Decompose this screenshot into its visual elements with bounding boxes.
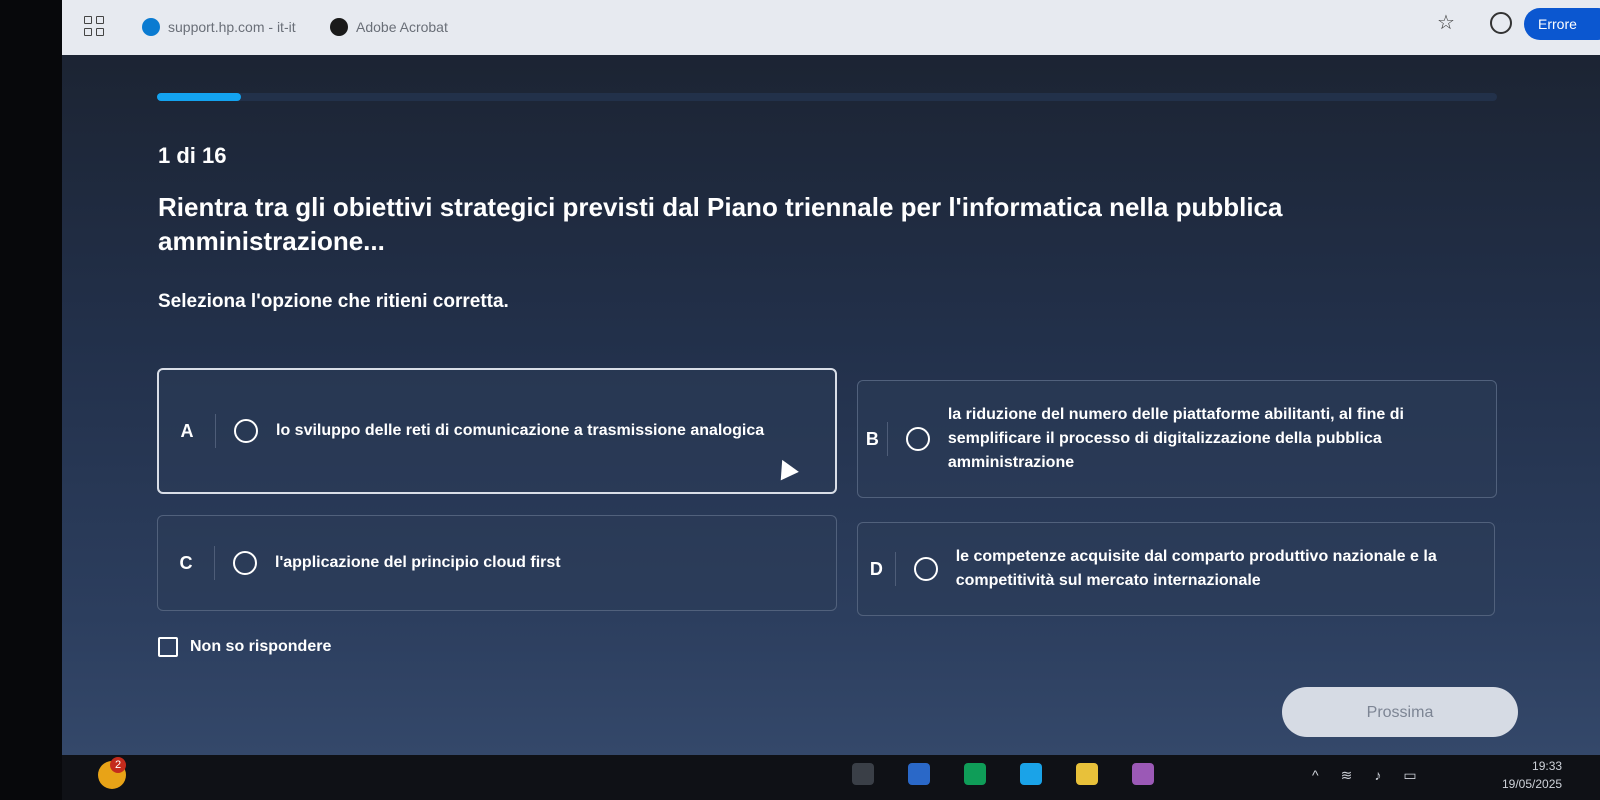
clock-date: 19/05/2025 [1502,777,1563,791]
dont-know-label: Non so rispondere [190,638,332,655]
option-letter: B [858,422,888,456]
taskbar-apps [852,763,1154,785]
hp-icon [142,18,160,36]
progress-fill [157,93,241,101]
clock[interactable]: 19:33 19/05/2025 [1502,757,1562,793]
chrome-icon[interactable] [1076,763,1098,785]
screen-bezel [0,0,62,800]
option-text: lo sviluppo delle reti di comunicazione … [276,422,765,439]
battery-icon[interactable]: ▭ [1403,767,1416,784]
volume-icon[interactable]: ♪ [1374,767,1381,784]
apps-grid-icon[interactable] [84,16,104,36]
bookmark-adobe-acrobat[interactable]: Adobe Acrobat [330,18,448,36]
system-tray: ^ ≋ ♪ ▭ [1312,767,1417,784]
wifi-icon[interactable]: ≋ [1341,767,1353,784]
option-letter: D [858,552,896,586]
app-icon[interactable] [1132,763,1154,785]
star-icon[interactable]: ☆ [1437,10,1455,35]
option-b[interactable]: B la riduzione del numero delle piattafo… [857,380,1497,498]
quiz-page: 1 di 16 Rientra tra gli obiettivi strate… [62,55,1600,755]
notification-badge: 2 [110,757,126,773]
acrobat-icon [330,18,348,36]
file-explorer-icon[interactable] [908,763,930,785]
option-text: l'applicazione del principio cloud first [275,554,561,571]
dont-know-checkbox[interactable]: Non so rispondere [158,637,331,657]
option-letter: A [159,414,216,448]
bookmark-label: Adobe Acrobat [356,19,448,35]
option-a[interactable]: A lo sviluppo delle reti di comunicazion… [157,368,837,494]
chevron-up-icon[interactable]: ^ [1312,767,1319,784]
bookmark-hp-support[interactable]: support.hp.com - it-it [142,18,296,36]
radio-icon[interactable] [905,427,930,451]
option-letter: C [158,546,215,580]
bookmark-label: support.hp.com - it-it [168,19,296,35]
radio-icon[interactable] [234,419,258,443]
question-text: Rientra tra gli obiettivi strategici pre… [158,192,1283,256]
radio-icon[interactable] [913,557,938,581]
error-button[interactable]: Errore [1524,8,1600,40]
browser-bookmarks-bar: support.hp.com - it-it Adobe Acrobat ☆ E… [62,0,1600,55]
start-icon[interactable] [852,763,874,785]
question-counter: 1 di 16 [158,143,227,168]
next-button[interactable]: Prossima [1282,687,1518,737]
progress-bar [157,93,1497,101]
option-text: la riduzione del numero delle piattaform… [947,406,1404,471]
edge-icon[interactable] [1020,763,1042,785]
radio-icon[interactable] [233,551,257,575]
clock-time: 19:33 [1532,759,1563,773]
option-c[interactable]: C l'applicazione del principio cloud fir… [157,515,837,611]
option-text: le competenze acquisite dal comparto pro… [955,548,1437,589]
option-d[interactable]: D le competenze acquisite dal comparto p… [857,522,1495,616]
profile-icon[interactable] [1490,12,1512,34]
instruction-text: Seleziona l'opzione che ritieni corretta… [158,291,509,312]
taskbar: 2 ^ ≋ ♪ ▭ 19:33 19/05/2025 [62,755,1600,800]
checkbox-icon[interactable] [158,637,178,657]
store-icon[interactable] [964,763,986,785]
